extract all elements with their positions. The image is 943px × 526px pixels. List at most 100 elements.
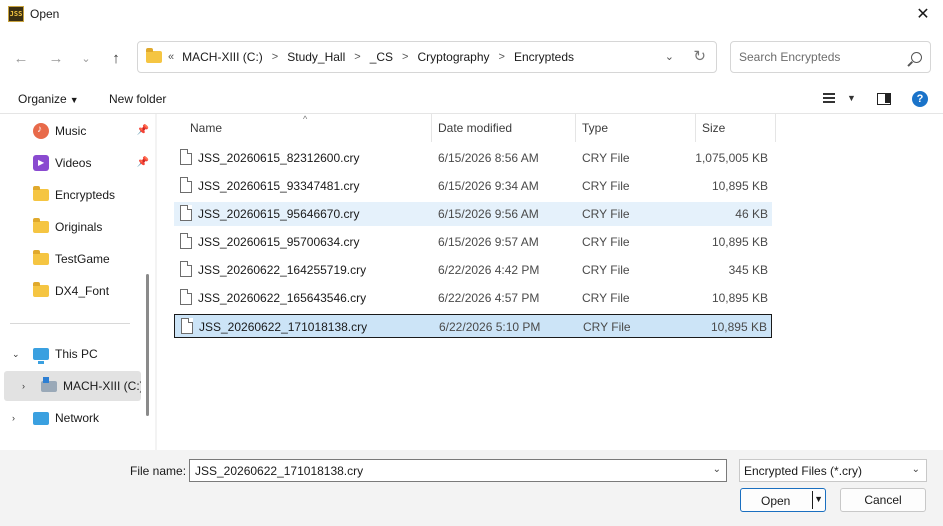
this-pc-icon <box>33 348 49 364</box>
file-name-input[interactable]: JSS_20260622_171018138.cry ⌄ <box>189 459 727 482</box>
file-icon <box>180 289 192 305</box>
view-options-icon[interactable] <box>823 93 835 103</box>
file-date: 6/22/2026 4:57 PM <box>438 291 540 305</box>
up-button[interactable]: ↑ <box>104 46 128 70</box>
chevron-right-icon[interactable]: > <box>402 51 408 63</box>
folder-icon <box>33 282 49 297</box>
file-type: CRY File <box>583 320 631 334</box>
file-name: JSS_20260615_93347481.cry <box>198 179 360 193</box>
preview-pane-icon[interactable] <box>877 93 891 105</box>
file-name-value: JSS_20260622_171018138.cry <box>195 464 364 478</box>
file-name: JSS_20260615_95700634.cry <box>198 235 360 249</box>
chevron-right-icon[interactable]: > <box>354 51 360 63</box>
file-icon <box>180 177 192 193</box>
caret-down-icon: ▼ <box>69 95 79 105</box>
file-type-filter-select[interactable]: Encrypted Files (*.cry) ⌄ <box>739 459 927 482</box>
file-type: CRY File <box>582 263 630 277</box>
breadcrumb-item[interactable]: _CS <box>370 50 393 64</box>
file-type: CRY File <box>582 291 630 305</box>
table-row[interactable]: JSS_20260615_82312600.cry 6/15/2026 8:56… <box>174 146 772 170</box>
file-name: JSS_20260622_171018138.cry <box>199 320 368 334</box>
file-size: 10,895 KB <box>711 235 768 249</box>
sidebar-item-network[interactable]: Network <box>33 403 155 433</box>
sidebar-item-label: MACH-XIII (C:) <box>63 379 141 393</box>
column-header-name[interactable]: Name <box>184 114 432 142</box>
cancel-button[interactable]: Cancel <box>840 488 926 512</box>
sidebar-item-drive-c[interactable]: MACH-XIII (C:) <box>41 371 141 401</box>
breadcrumb-item[interactable]: Encrypteds <box>514 50 574 64</box>
address-dropdown-icon[interactable]: ⌄ <box>665 50 674 63</box>
pin-icon[interactable]: 📌 <box>137 125 149 136</box>
breadcrumb-item[interactable]: MACH-XIII (C:) <box>182 50 263 64</box>
title-bar: JSS Open ✕ <box>0 0 943 28</box>
sidebar-item-this-pc[interactable]: This PC <box>33 339 155 369</box>
file-size: 345 KB <box>728 263 768 277</box>
file-name: JSS_20260622_165643546.cry <box>198 291 367 305</box>
recent-locations-button[interactable]: ⌄ <box>74 46 98 70</box>
table-row[interactable]: JSS_20260615_95646670.cry 6/15/2026 9:56… <box>174 202 772 226</box>
forward-button[interactable]: → <box>44 46 68 70</box>
breadcrumb-item[interactable]: Study_Hall <box>287 50 345 64</box>
file-name: JSS_20260615_82312600.cry <box>198 151 360 165</box>
chevron-right-icon[interactable]: › <box>22 381 25 391</box>
split-divider <box>812 491 813 509</box>
sidebar-item-testgame[interactable]: TestGame <box>33 244 155 274</box>
file-size: 1,075,005 KB <box>695 151 768 165</box>
table-row[interactable]: JSS_20260615_95700634.cry 6/15/2026 9:57… <box>174 230 772 254</box>
breadcrumb-overflow[interactable]: « <box>168 51 174 63</box>
file-date: 6/15/2026 9:56 AM <box>438 207 539 221</box>
arrow-left-icon: ← <box>13 49 29 67</box>
organize-button[interactable]: Organize ▼ <box>18 92 79 106</box>
folder-icon <box>33 250 49 265</box>
file-size: 10,895 KB <box>711 291 768 305</box>
file-type-filter-value: Encrypted Files (*.cry) <box>744 464 863 478</box>
caret-down-icon[interactable]: ▼ <box>814 494 823 504</box>
file-size: 10,895 KB <box>711 179 768 193</box>
file-name: JSS_20260622_164255719.cry <box>198 263 367 277</box>
sidebar-item-dx4-font[interactable]: DX4_Font <box>33 276 155 306</box>
command-bar: Organize ▼ New folder ▼ ? <box>0 84 943 114</box>
table-row-selected[interactable]: JSS_20260622_171018138.cry 6/22/2026 5:1… <box>174 314 772 338</box>
file-icon <box>181 318 193 334</box>
sidebar-item-encrypteds[interactable]: Encrypteds <box>33 180 155 210</box>
close-button[interactable]: ✕ <box>903 0 943 28</box>
column-header-size[interactable]: Size <box>696 114 776 142</box>
file-type: CRY File <box>582 151 630 165</box>
sidebar-item-originals[interactable]: Originals <box>33 212 155 242</box>
search-input[interactable]: Search Encrypteds <box>730 41 931 73</box>
file-icon <box>180 205 192 221</box>
search-icon[interactable] <box>911 51 922 63</box>
file-date: 6/22/2026 4:42 PM <box>438 263 540 277</box>
sidebar-item-label: DX4_Font <box>55 284 110 298</box>
chevron-right-icon[interactable]: > <box>499 51 505 63</box>
table-row[interactable]: JSS_20260622_165643546.cry 6/22/2026 4:5… <box>174 286 772 310</box>
open-button[interactable]: Open ▼ <box>740 488 826 512</box>
caret-down-icon[interactable]: ▼ <box>847 93 856 103</box>
file-date: 6/15/2026 8:56 AM <box>438 151 539 165</box>
breadcrumb-item[interactable]: Cryptography <box>417 50 489 64</box>
file-icon <box>180 149 192 165</box>
file-name-label: File name: <box>130 464 187 478</box>
table-row[interactable]: JSS_20260622_164255719.cry 6/22/2026 4:4… <box>174 258 772 282</box>
chevron-down-icon[interactable]: ⌄ <box>713 464 721 475</box>
pin-icon[interactable]: 📌 <box>137 157 149 168</box>
chevron-right-icon[interactable]: > <box>272 51 278 63</box>
navigation-bar: ← → ⌄ ↑ « MACH-XIII (C:) > Study_Hall > … <box>0 28 943 84</box>
refresh-icon[interactable]: ↻ <box>693 47 706 65</box>
column-header-date[interactable]: Date modified <box>432 114 576 142</box>
back-button[interactable]: ← <box>9 46 33 70</box>
sidebar-item-label: Encrypteds <box>55 188 116 202</box>
folder-icon <box>33 218 49 233</box>
address-bar[interactable]: « MACH-XIII (C:) > Study_Hall > _CS > Cr… <box>137 41 717 73</box>
new-folder-button[interactable]: New folder <box>109 92 166 106</box>
column-header-type[interactable]: Type <box>576 114 696 142</box>
sidebar-scrollbar[interactable] <box>146 274 149 416</box>
arrow-up-icon: ↑ <box>112 49 120 67</box>
chevron-down-icon[interactable]: ⌄ <box>12 349 20 360</box>
table-row[interactable]: JSS_20260615_93347481.cry 6/15/2026 9:34… <box>174 174 772 198</box>
help-icon[interactable]: ? <box>912 91 928 107</box>
window-title: Open <box>30 7 60 21</box>
file-list: Name ^ Date modified Type Size JSS_20260… <box>157 114 943 450</box>
chevron-right-icon[interactable]: › <box>12 413 15 423</box>
file-size: 46 KB <box>735 207 768 221</box>
